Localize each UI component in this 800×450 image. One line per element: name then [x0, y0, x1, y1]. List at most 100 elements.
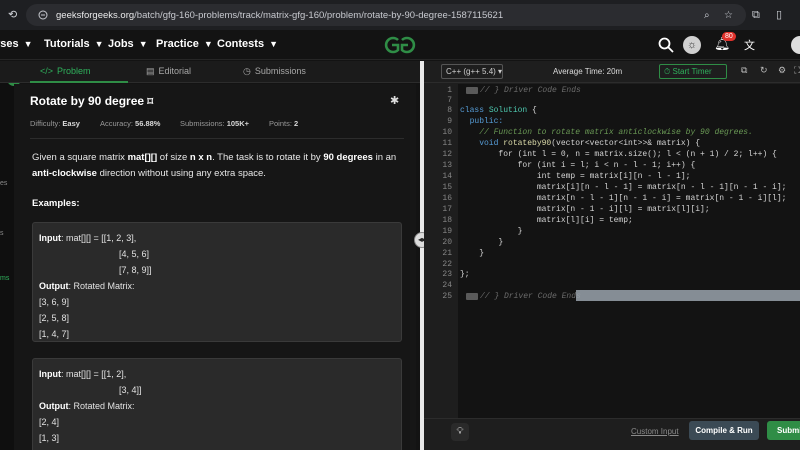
gfg-logo[interactable] [380, 35, 420, 55]
nav-contests[interactable]: Contests ▼ [217, 38, 278, 50]
matrix-row: [1, 4, 7] [39, 329, 70, 339]
nav-jobs[interactable]: Jobs ▼ [108, 38, 148, 50]
problem-pane: Rotate by 90 degree ⌑ ✱ Difficulty: Easy… [14, 84, 416, 450]
code-line: class Solution { [460, 106, 537, 115]
left-rail [0, 61, 14, 450]
code-line: } [460, 238, 504, 247]
sidepanel-icon[interactable]: ▯ [776, 8, 782, 22]
bookmark-icon[interactable]: ⌑ [147, 96, 153, 108]
line-number: 8 [447, 106, 452, 115]
line-number: 17 [442, 205, 452, 214]
line-number: 21 [442, 249, 452, 258]
rail-label: s [0, 230, 4, 237]
code-line: matrix[l][i] = temp; [460, 216, 633, 225]
nav-practice[interactable]: Practice ▼ [156, 38, 213, 50]
bug-report-icon[interactable]: ✱ [390, 94, 399, 107]
nav-courses[interactable]: rses▼ [0, 38, 33, 50]
example-input: Input: mat[][] = [[1, 2, 3], [39, 233, 137, 243]
line-number: 16 [442, 194, 452, 203]
address-bar[interactable]: geeksforgeeks.org/batch/gfg-160-problems… [26, 4, 746, 26]
matrix-row: [4, 5, 6] [119, 249, 150, 259]
start-timer-button[interactable]: ⏱︎ Start Timer [659, 64, 727, 79]
code-selection [576, 290, 800, 301]
line-number: 9 [447, 117, 452, 126]
code-line: // } Driver Code Ends [480, 292, 581, 301]
code-line: // Function to rotate matrix anticlockwi… [460, 128, 753, 137]
reset-icon[interactable]: ↻ [760, 65, 768, 76]
chevron-down-icon: ▼ [269, 39, 278, 49]
code-icon: </> [40, 66, 54, 76]
timer-icon: ⏱︎ [664, 67, 671, 76]
copy-icon[interactable]: ⧉ [741, 65, 747, 76]
chevron-down-icon: ▼ [94, 39, 104, 49]
line-number: 18 [442, 216, 452, 225]
matrix-row: [2, 4] [39, 417, 60, 427]
code-line: // } Driver Code Ends [480, 86, 581, 95]
code-line: matrix[i][n - l - 1] = matrix[n - l - 1]… [460, 183, 787, 192]
matrix-row: [3, 6, 9] [39, 297, 70, 307]
code-line: } [460, 249, 485, 258]
matrix-row: [3, 4]] [119, 385, 142, 395]
back-icon[interactable]: ⟲ [8, 8, 17, 22]
accuracy: Accuracy: 56.88% [100, 119, 161, 128]
problem-description: Given a square matrix mat[][] of size n … [32, 152, 397, 179]
average-time: Average Time: 20m [553, 67, 623, 76]
points: Points: 2 [269, 119, 299, 128]
code-line: }; [460, 270, 470, 279]
example-input: Input: mat[][] = [[1, 2], [39, 369, 127, 379]
code-line: for (int l = 0, n = matrix.size(); l < (… [460, 150, 777, 159]
rail-label: ms [0, 275, 10, 282]
submit-button[interactable]: Submit [767, 421, 800, 440]
nav-tutorials[interactable]: Tutorials ▼ [44, 38, 104, 50]
folded-code-marker[interactable] [466, 293, 478, 300]
code-line: matrix[n - 1 - i][l] = matrix[l][i]; [460, 205, 710, 214]
example-2: Input: mat[][] = [[1, 2], [3, 4]] Output… [32, 358, 402, 450]
search-icon[interactable] [657, 36, 675, 54]
compile-run-button[interactable]: Compile & Run [689, 421, 759, 440]
tab-problem[interactable]: </> Problem [40, 66, 91, 76]
problem-tabs: </> Problem ▤ Editorial ◷ Submissions [0, 61, 420, 83]
line-number: 12 [442, 150, 452, 159]
line-number: 19 [442, 227, 452, 236]
translate-icon[interactable]: 文 [744, 37, 755, 53]
bookmark-star-icon[interactable]: ☆ [724, 10, 733, 21]
code-line: matrix[n - l - 1][n - 1 - i] = matrix[n … [460, 194, 787, 203]
theme-toggle-icon[interactable]: ☼ [683, 36, 701, 54]
custom-input-link[interactable]: Custom Input [631, 427, 679, 436]
line-number: 1 [447, 86, 452, 95]
browser-toolbar: ⟲ geeksforgeeks.org/batch/gfg-160-proble… [0, 0, 800, 30]
code-line: public: [460, 117, 504, 126]
line-number: 22 [442, 260, 452, 269]
line-number: 10 [442, 128, 452, 137]
chevron-down-icon: ▾ [498, 67, 503, 76]
hint-bulb-icon[interactable]: 💡︎ [451, 423, 469, 441]
language-select[interactable]: C++ (g++ 5.4) ▾ [441, 64, 503, 79]
chevron-down-icon: ▼ [138, 39, 148, 49]
line-number: 20 [442, 238, 452, 247]
example-output: Output: Rotated Matrix: [39, 401, 135, 411]
chevron-down-icon: ▼ [203, 39, 213, 49]
matrix-row: [1, 3] [39, 433, 60, 443]
chevron-down-icon: ▼ [23, 39, 33, 49]
matrix-row: [2, 5, 8] [39, 313, 70, 323]
matrix-row: [7, 8, 9]] [119, 265, 152, 275]
site-info-icon[interactable] [38, 10, 48, 20]
submissions-count: Submissions: 105K+ [180, 119, 250, 128]
settings-icon[interactable]: ⚙ [778, 65, 786, 76]
line-number: 23 [442, 270, 452, 279]
tab-submissions[interactable]: ◷ Submissions [243, 66, 306, 77]
code-line: for (int i = l; i < n - l - 1; i++) { [460, 161, 696, 170]
fullscreen-icon[interactable]: ⛶ [794, 65, 800, 76]
zoom-icon[interactable]: ⌕ [704, 10, 710, 21]
clock-icon: ◷ [243, 66, 251, 76]
line-number: 7 [447, 96, 452, 105]
line-number: 24 [442, 281, 452, 290]
code-line: } [460, 227, 523, 236]
url-text: geeksforgeeks.org/batch/gfg-160-problems… [56, 9, 504, 21]
book-icon: ▤ [146, 66, 155, 76]
tab-editorial[interactable]: ▤ Editorial [146, 66, 191, 77]
notification-badge: 80 [722, 32, 736, 41]
extensions-icon[interactable]: ⧉ [752, 8, 760, 22]
rail-label: es [0, 180, 8, 187]
folded-code-marker[interactable] [466, 87, 478, 94]
